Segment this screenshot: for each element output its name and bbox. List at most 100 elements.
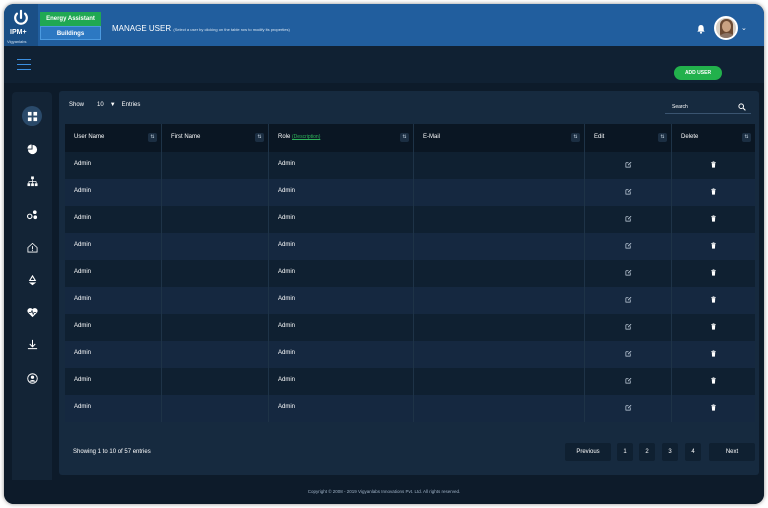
sort-icon[interactable]: ⇅ — [658, 133, 667, 142]
user-avatar[interactable] — [714, 16, 738, 40]
trash-icon[interactable] — [672, 161, 755, 170]
column-header-delete[interactable]: Delete ⇅ — [672, 124, 755, 152]
trash-icon[interactable] — [672, 323, 755, 332]
cell-delete — [672, 260, 755, 287]
cell-role: Admin — [269, 395, 414, 422]
bell-icon[interactable] — [696, 24, 706, 34]
add-user-button[interactable]: ADD USER — [674, 66, 722, 80]
edit-icon[interactable] — [585, 323, 671, 332]
pie-chart-icon[interactable] — [22, 139, 42, 159]
sort-icon[interactable]: ⇅ — [255, 133, 264, 142]
user-account-icon[interactable] — [22, 368, 42, 388]
trash-icon[interactable] — [672, 215, 755, 224]
table-row[interactable]: Admin Admin — [65, 368, 755, 395]
trash-icon[interactable] — [672, 377, 755, 386]
column-header-firstname[interactable]: First Name ⇅ — [162, 124, 269, 152]
edit-icon[interactable] — [585, 269, 671, 278]
cell-edit — [585, 314, 672, 341]
show-label: Show — [69, 102, 85, 108]
previous-button[interactable]: Previous — [565, 443, 611, 461]
entries-select[interactable]: 10 — [97, 102, 104, 108]
sort-icon[interactable]: ⇅ — [571, 133, 580, 142]
download-icon[interactable] — [22, 334, 42, 354]
dashboard-icon[interactable] — [22, 106, 42, 126]
building-alert-icon[interactable] — [22, 237, 42, 257]
tab-buildings[interactable]: Buildings — [40, 26, 101, 40]
cell-firstname — [162, 314, 269, 341]
cell-firstname — [162, 179, 269, 206]
table-header: User Name ⇅ First Name ⇅ Role (Description… — [65, 124, 755, 152]
sort-icon[interactable]: ⇅ — [400, 133, 409, 142]
trash-icon[interactable] — [672, 188, 755, 197]
cell-role: Admin — [269, 206, 414, 233]
table-row[interactable]: Admin Admin — [65, 206, 755, 233]
search-input[interactable]: Search — [665, 100, 751, 114]
trash-icon[interactable] — [672, 350, 755, 359]
cell-role: Admin — [269, 260, 414, 287]
top-header: IPM+ Vigyanlabs Energy Assistant Buildin… — [4, 4, 764, 46]
page-1-button[interactable]: 1 — [617, 443, 633, 461]
cell-email — [414, 395, 585, 422]
cell-firstname — [162, 287, 269, 314]
cell-role: Admin — [269, 341, 414, 368]
chevron-down-icon[interactable]: ⌄ — [741, 24, 747, 32]
search-icon[interactable] — [738, 103, 746, 111]
edit-icon[interactable] — [585, 296, 671, 305]
table-row[interactable]: Admin Admin — [65, 314, 755, 341]
edit-icon[interactable] — [585, 404, 671, 413]
trash-icon[interactable] — [672, 242, 755, 251]
sort-icon[interactable]: ⇅ — [148, 133, 157, 142]
table-row[interactable]: Admin Admin — [65, 152, 755, 179]
page-3-button[interactable]: 3 — [662, 443, 678, 461]
cell-role: Admin — [269, 233, 414, 260]
edit-icon[interactable] — [585, 377, 671, 386]
cell-username: Admin — [65, 287, 162, 314]
edit-icon[interactable] — [585, 350, 671, 359]
cell-edit — [585, 368, 672, 395]
table-row[interactable]: Admin Admin — [65, 341, 755, 368]
page-4-button[interactable]: 4 — [685, 443, 701, 461]
trash-icon[interactable] — [672, 296, 755, 305]
entries-length-control: Show 10 ▼ Entries — [69, 102, 140, 108]
menu-icon[interactable] — [17, 59, 31, 70]
cell-delete — [672, 287, 755, 314]
toolbar: ADD USER — [4, 46, 764, 83]
edit-icon[interactable] — [585, 215, 671, 224]
table-row[interactable]: Admin Admin — [65, 179, 755, 206]
column-header-email[interactable]: E-Mail ⇅ — [414, 124, 585, 152]
energy-devices-icon[interactable] — [22, 204, 42, 224]
hierarchy-icon[interactable] — [22, 171, 42, 191]
column-header-edit[interactable]: Edit ⇅ — [585, 124, 672, 152]
caret-down-icon[interactable]: ▼ — [110, 102, 116, 108]
page-2-button[interactable]: 2 — [639, 443, 655, 461]
table-row[interactable]: Admin Admin — [65, 233, 755, 260]
cell-firstname — [162, 152, 269, 179]
logo-tagline: Vigyanlabs — [7, 39, 27, 44]
user-table-panel: Show 10 ▼ Entries Search User Name ⇅ Firs… — [59, 91, 759, 475]
cell-email — [414, 341, 585, 368]
cell-edit — [585, 206, 672, 233]
health-icon[interactable] — [22, 302, 42, 322]
cell-delete — [672, 314, 755, 341]
edit-icon[interactable] — [585, 188, 671, 197]
sidebar — [12, 92, 52, 494]
trash-icon[interactable] — [672, 269, 755, 278]
cell-edit — [585, 152, 672, 179]
cell-role: Admin — [269, 287, 414, 314]
table-row[interactable]: Admin Admin — [65, 260, 755, 287]
cell-firstname — [162, 341, 269, 368]
sort-icon[interactable]: ⇅ — [742, 133, 751, 142]
next-button[interactable]: Next — [709, 443, 755, 461]
tab-energy-assistant[interactable]: Energy Assistant — [40, 12, 101, 26]
role-description-link[interactable]: (Description) — [292, 134, 320, 140]
table-row[interactable]: Admin Admin — [65, 287, 755, 314]
column-header-role[interactable]: Role (Description) ⇅ — [269, 124, 414, 152]
edit-icon[interactable] — [585, 161, 671, 170]
app-logo[interactable]: IPM+ Vigyanlabs — [4, 4, 38, 46]
recycle-icon[interactable] — [22, 270, 42, 290]
edit-icon[interactable] — [585, 242, 671, 251]
search-label: Search — [672, 104, 688, 110]
table-row[interactable]: Admin Admin — [65, 395, 755, 422]
column-header-username[interactable]: User Name ⇅ — [65, 124, 162, 152]
trash-icon[interactable] — [672, 404, 755, 413]
